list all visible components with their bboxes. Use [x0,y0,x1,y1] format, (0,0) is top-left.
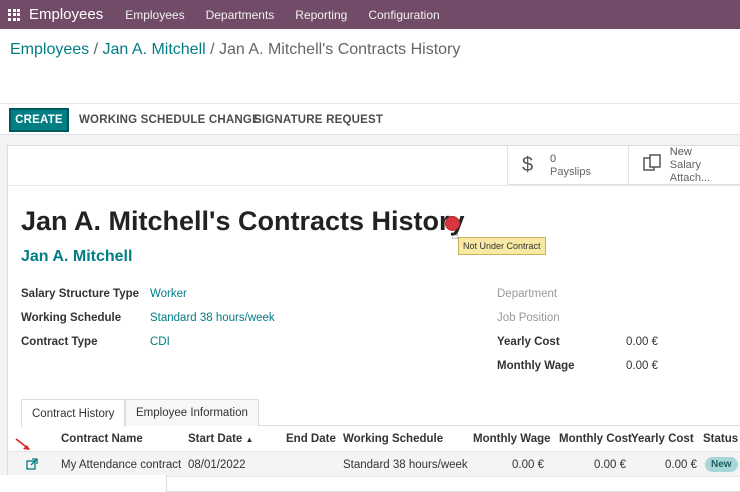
divider [0,103,740,104]
monthly-wage-value: 0.00 € [626,360,658,372]
breadcrumb: Employees / Jan A. Mitchell / Jan A. Mit… [10,41,460,59]
contract-type-label: Contract Type [21,336,98,348]
payslips-count: 0 [550,152,557,165]
nav-employees[interactable]: Employees [125,8,184,22]
col-contract-name[interactable]: Contract Name [61,433,143,445]
breadcrumb-separator: / [93,41,99,58]
col-monthly-wage[interactable]: Monthly Wage [473,433,551,445]
breadcrumb-separator: / [210,41,215,58]
apps-menu-icon[interactable] [0,0,28,29]
cell-start-date: 08/01/2022 [188,459,246,471]
col-working-schedule[interactable]: Working Schedule [343,433,443,445]
sort-ascending-icon: ▲ [245,435,254,444]
working-schedule-change-button[interactable]: WORKING SCHEDULE CHANGE [79,108,260,132]
status-tooltip: Not Under Contract [458,237,546,255]
cell-yearly-cost: 0.00 € [665,459,697,471]
bottom-panel [0,475,167,492]
cell-contract-name: My Attendance contract [61,459,182,471]
department-label: Department [497,288,558,300]
nav-reporting[interactable]: Reporting [295,8,347,22]
yearly-cost-value: 0.00 € [626,336,658,348]
payslips-smart-button[interactable]: $ 0 Payslips [507,146,628,185]
external-link-icon[interactable] [26,458,38,470]
table-row[interactable]: My Attendance contract 08/01/2022 Standa… [8,451,740,477]
cell-monthly-cost: 0.00 € [594,459,626,471]
yearly-cost-label: Yearly Cost [497,336,560,348]
tab-employee-information[interactable]: Employee Information [125,399,259,426]
col-end-date[interactable]: End Date [286,433,336,445]
working-schedule-label: Working Schedule [21,312,122,324]
nav-configuration[interactable]: Configuration [368,8,439,22]
create-button[interactable]: CREATE [9,108,69,132]
monthly-wage-label: Monthly Wage [497,360,575,372]
dollar-icon: $ [522,154,534,176]
breadcrumb-current: Jan A. Mitchell's Contracts History [219,41,461,58]
top-navbar: Employees Employees Departments Reportin… [0,0,740,29]
cell-working-schedule: Standard 38 hours/week [343,459,468,471]
salary-structure-type-value[interactable]: Worker [150,288,187,300]
breadcrumb-employees[interactable]: Employees [10,41,89,58]
documents-icon [643,153,666,178]
salary-attachments-smart-button[interactable]: New Salary Attach... [628,146,740,185]
app-brand[interactable]: Employees [29,6,103,23]
working-schedule-value[interactable]: Standard 38 hours/week [150,312,275,324]
table-header: Contract Name Start Date ▲ End Date Work… [8,426,740,451]
salary-attachments-label: Salary Attach... [669,159,711,184]
col-start-date[interactable]: Start Date ▲ [188,433,253,445]
notebook-tabs: Contract History Employee Information [21,399,740,427]
control-panel: Employees / Jan A. Mitchell / Jan A. Mit… [0,29,740,135]
cell-monthly-wage: 0.00 € [512,459,544,471]
contract-type-value[interactable]: CDI [150,336,170,348]
col-status[interactable]: Status [703,433,738,445]
status-badge: New [705,457,738,472]
col-monthly-cost[interactable]: Monthly Cost [559,433,632,445]
tab-contract-history[interactable]: Contract History [21,399,126,427]
record-title: Jan A. Mitchell's Contracts History [21,206,465,236]
col-yearly-cost[interactable]: Yearly Cost [631,433,694,445]
form-sheet: $ 0 Payslips New Salary Attach... Jan A.… [7,145,740,492]
divider [8,185,740,186]
smart-buttons: $ 0 Payslips New Salary Attach... [507,146,740,185]
job-position-label: Job Position [497,312,560,324]
salary-structure-type-label: Salary Structure Type [21,288,140,300]
signature-request-button[interactable]: SIGNATURE REQUEST [254,108,383,132]
breadcrumb-employee[interactable]: Jan A. Mitchell [103,41,206,58]
red-arrow-icon [15,438,30,450]
salary-attachments-value: New [669,146,692,158]
nav-departments[interactable]: Departments [206,8,275,22]
payslips-label: Payslips [550,165,591,178]
employee-name-link[interactable]: Jan A. Mitchell [21,248,132,266]
col-start-date-label: Start Date [188,433,243,445]
